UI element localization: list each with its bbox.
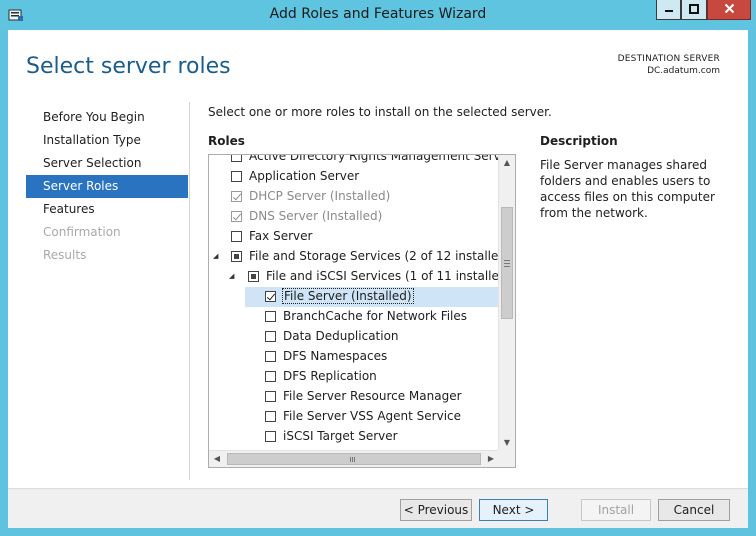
role-row-dfs-replication[interactable]: DFS Replication [209, 367, 499, 387]
previous-button[interactable]: < Previous [400, 499, 472, 521]
role-checkbox[interactable] [265, 311, 276, 322]
description-text: File Server manages shared folders and e… [540, 158, 715, 220]
wizard-client-area: Select server roles DESTINATION SERVER D… [8, 30, 748, 528]
minimize-icon [664, 3, 674, 17]
role-checkbox[interactable] [265, 351, 276, 362]
role-checkbox[interactable] [231, 251, 242, 262]
role-row-fax-server[interactable]: Fax Server [209, 227, 499, 247]
role-checkbox[interactable] [248, 271, 259, 282]
role-row-dhcp-server: DHCP Server (Installed) [209, 187, 499, 207]
role-checkbox[interactable] [265, 411, 276, 422]
nav-item-before-you-begin[interactable]: Before You Begin [26, 106, 188, 129]
role-label: File and iSCSI Services (1 of 11 install… [266, 269, 499, 283]
nav-item-confirmation: Confirmation [43, 225, 121, 239]
title-bar: Add Roles and Features Wizard [0, 0, 756, 30]
window-bottom-border [0, 528, 756, 536]
role-row-data-deduplication[interactable]: Data Deduplication [209, 327, 499, 347]
grip-line [504, 260, 510, 261]
role-row-dns-server: DNS Server (Installed) [209, 207, 499, 227]
role-checkbox[interactable] [231, 171, 242, 182]
role-checkbox [231, 191, 242, 202]
scroll-right-arrow-icon[interactable]: ▶ [483, 451, 499, 467]
role-row-file-and-storage-services[interactable]: ◢ File and Storage Services (2 of 12 ins… [209, 247, 499, 267]
vertical-scrollbar[interactable]: ▲ ▼ [498, 155, 515, 451]
role-row-file-and-iscsi-services[interactable]: ◢ File and iSCSI Services (1 of 11 insta… [209, 267, 499, 287]
destination-server-label: DESTINATION SERVER [617, 54, 720, 64]
role-label: DNS Server (Installed) [249, 209, 383, 223]
role-label: DHCP Server (Installed) [249, 189, 391, 203]
horizontal-scrollbar[interactable]: ◀ ▶ [209, 450, 499, 467]
install-button: Install [581, 499, 651, 521]
close-icon [724, 3, 735, 17]
collapse-triangle-icon[interactable]: ◢ [213, 252, 221, 260]
description-heading: Description [540, 134, 618, 148]
nav-item-features[interactable]: Features [26, 198, 188, 221]
wizard-footer: < Previous Next > Install Cancel [8, 488, 748, 528]
scroll-up-arrow-icon[interactable]: ▲ [499, 155, 515, 171]
vertical-scroll-thumb[interactable] [501, 207, 513, 319]
role-label: DFS Replication [283, 369, 377, 383]
maximize-button[interactable] [681, 0, 707, 20]
role-label: iSCSI Target Server [283, 429, 398, 443]
role-row-iscsi-target-server[interactable]: iSCSI Target Server [209, 427, 499, 447]
scroll-down-arrow-icon[interactable]: ▼ [499, 435, 515, 451]
nav-item-server-roles[interactable]: Server Roles [26, 175, 188, 198]
role-checkbox[interactable] [265, 391, 276, 402]
role-checkbox [231, 211, 242, 222]
role-label: File Server (Installed) [282, 288, 414, 304]
horizontal-scroll-thumb[interactable] [227, 453, 481, 465]
role-row-fsrm[interactable]: File Server Resource Manager [209, 387, 499, 407]
nav-item-results: Results [43, 248, 87, 262]
role-row-branchcache[interactable]: BranchCache for Network Files [209, 307, 499, 327]
destination-server-value: DC.adatum.com [647, 66, 720, 76]
scrollbar-corner [498, 450, 515, 467]
role-label: Fax Server [249, 229, 313, 243]
nav-item-server-selection[interactable]: Server Selection [26, 152, 188, 175]
role-row-file-server[interactable]: File Server (Installed) [245, 287, 499, 307]
role-label: Active Directory Rights Management Servi… [249, 155, 499, 163]
role-checkbox[interactable] [265, 431, 276, 442]
role-row-dfs-namespaces[interactable]: DFS Namespaces [209, 347, 499, 367]
wizard-step-nav: Before You Begin Installation Type Serve… [26, 106, 188, 267]
grip-line [504, 263, 510, 264]
collapse-triangle-icon[interactable]: ◢ [229, 272, 237, 280]
role-label: Data Deduplication [283, 329, 399, 343]
role-checkbox[interactable] [231, 231, 242, 242]
role-row-ad-rms[interactable]: Active Directory Rights Management Servi… [209, 155, 499, 167]
window-title: Add Roles and Features Wizard [269, 6, 487, 22]
role-label: File Server Resource Manager [283, 389, 462, 403]
grip-lines [350, 457, 351, 462]
nav-item-installation-type[interactable]: Installation Type [26, 129, 188, 152]
role-checkbox[interactable] [265, 331, 276, 342]
role-checkbox[interactable] [265, 371, 276, 382]
scroll-left-arrow-icon[interactable]: ◀ [209, 451, 225, 467]
role-row-application-server[interactable]: Application Server [209, 167, 499, 187]
maximize-icon [689, 3, 699, 17]
nav-divider [189, 102, 190, 480]
role-label: File Server VSS Agent Service [283, 409, 462, 423]
close-button[interactable] [707, 0, 751, 20]
role-checkbox[interactable] [231, 155, 242, 162]
roles-heading: Roles [208, 134, 245, 148]
role-label: DFS Namespaces [283, 349, 388, 363]
grip-line [504, 266, 510, 267]
role-label: BranchCache for Network Files [283, 309, 468, 323]
cancel-button[interactable]: Cancel [658, 499, 730, 521]
roles-tree[interactable]: Active Directory Rights Management Servi… [208, 154, 516, 468]
role-row-vss-agent[interactable]: File Server VSS Agent Service [209, 407, 499, 427]
role-label: File and Storage Services (2 of 12 insta… [249, 249, 499, 263]
page-title: Select server roles [26, 54, 231, 79]
role-checkbox[interactable] [265, 291, 276, 302]
instruction-text: Select one or more roles to install on t… [208, 105, 552, 119]
next-button[interactable]: Next > [479, 499, 548, 521]
minimize-button[interactable] [656, 0, 681, 20]
roles-tree-viewport: Active Directory Rights Management Servi… [209, 155, 499, 451]
role-label: Application Server [249, 169, 360, 183]
